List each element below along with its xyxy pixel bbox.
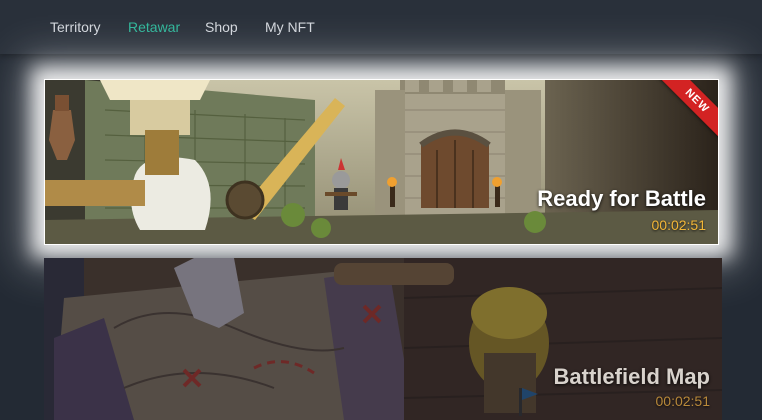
card-timer: 00:02:51 [651,217,707,233]
card-timer: 00:02:51 [655,393,711,409]
nav-item-shop[interactable]: Shop [205,19,238,35]
nav-item-my-nft[interactable]: My NFT [265,19,315,35]
card-title: Ready for Battle [537,186,706,211]
top-navigation: Territory Retawar Shop My NFT [0,0,762,54]
inactive-overlay [44,258,722,420]
castle-battle-illustration [45,80,718,244]
ready-for-battle-card[interactable]: NEW Ready for Battle 00:02:51 [44,79,719,245]
nav-item-retawar[interactable]: Retawar [128,19,180,35]
card-title: Battlefield Map [553,364,710,389]
nav-item-territory[interactable]: Territory [50,19,101,35]
battlefield-map-card[interactable]: Battlefield Map 00:02:51 [44,258,722,420]
